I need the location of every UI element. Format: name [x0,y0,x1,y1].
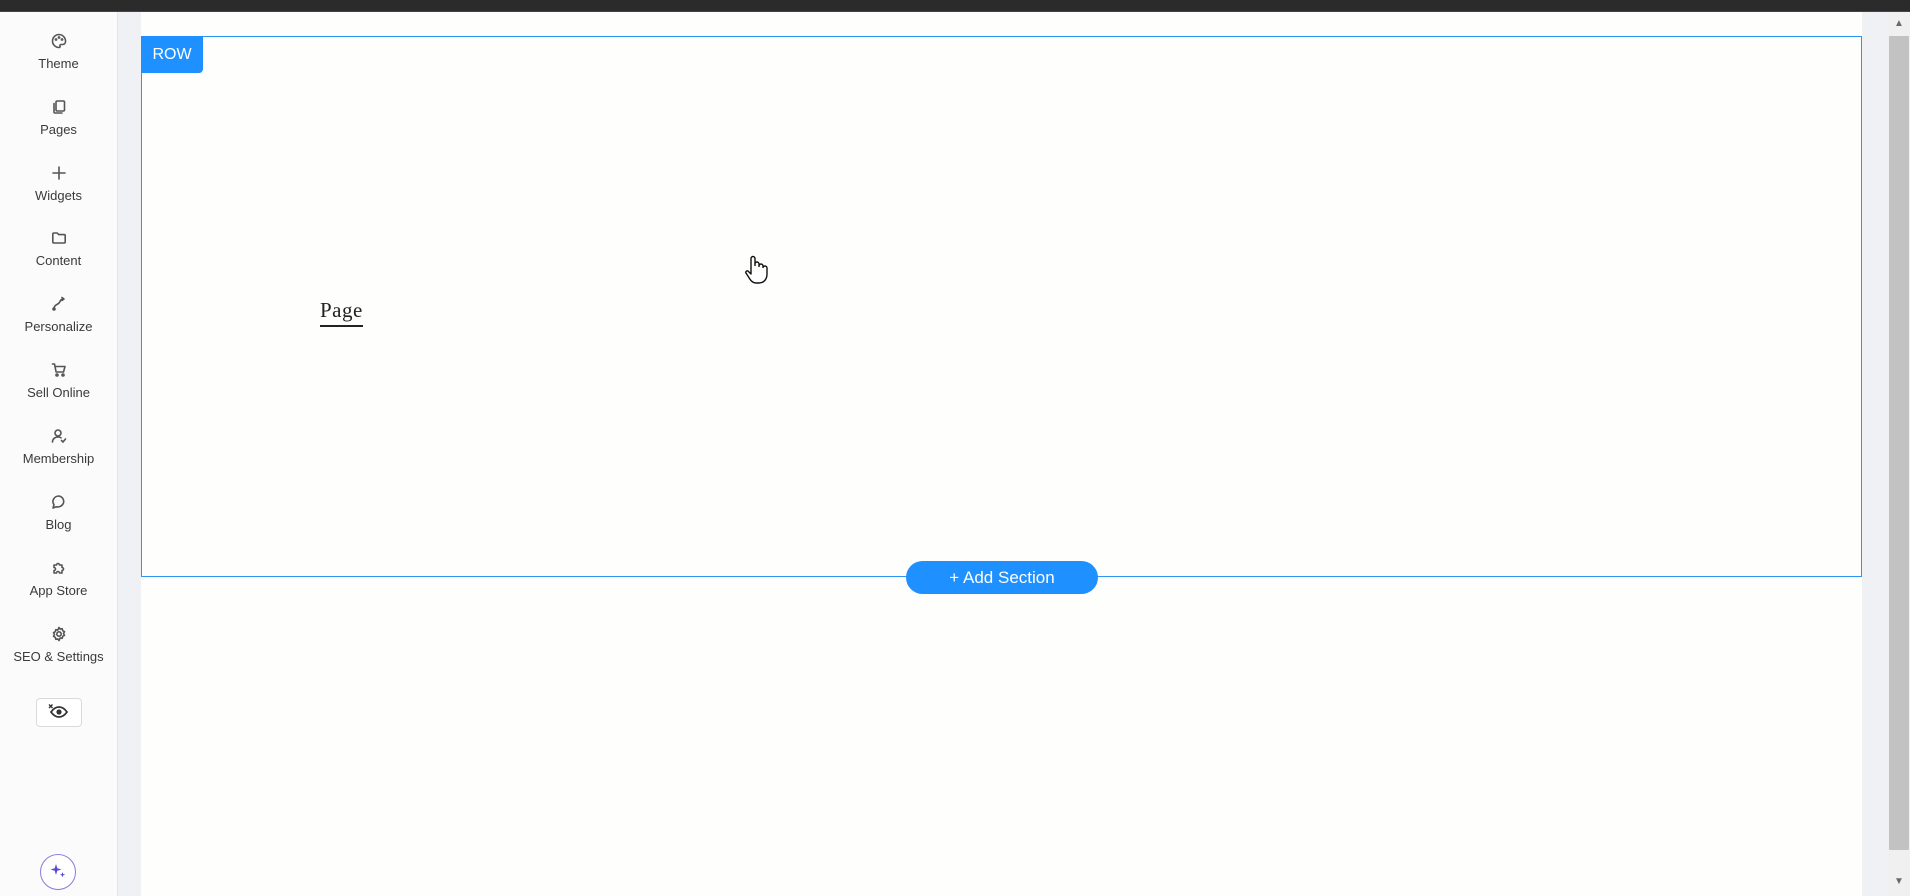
puzzle-icon [50,559,68,577]
sidebar-item-sell-online[interactable]: Sell Online [0,351,117,413]
personalize-icon [50,295,68,313]
scroll-up-arrow-icon[interactable]: ▲ [1892,16,1906,30]
ai-assistant-button[interactable] [40,854,76,890]
scrollbar-thumb[interactable] [1889,36,1909,850]
sidebar-item-label: Personalize [24,319,93,334]
sidebar-item-label: Widgets [35,188,82,203]
browser-top-strip [0,0,1910,12]
sidebar-item-app-store[interactable]: App Store [0,549,117,611]
row-tag[interactable]: ROW [141,36,203,73]
sidebar-item-label: Content [35,253,82,268]
page-link-text[interactable]: Page [320,298,363,327]
sidebar-item-blog[interactable]: Blog [0,483,117,545]
sidebar-item-membership[interactable]: Membership [0,417,117,479]
scroll-down-arrow-icon[interactable]: ▼ [1892,874,1906,888]
palette-icon [50,32,68,50]
sidebar-item-label: Blog [45,517,72,532]
sidebar-item-personalize[interactable]: Personalize [0,285,117,347]
eye-hide-icon [47,703,71,722]
plus-icon [50,164,68,182]
pages-icon [50,98,68,116]
sparkle-icon [49,862,67,883]
sidebar-item-widgets[interactable]: Widgets [0,154,117,216]
selected-row-outline[interactable] [141,36,1862,577]
sidebar-item-label: Pages [40,122,77,137]
sidebar-item-theme[interactable]: Theme [0,22,117,84]
cart-icon [50,361,68,379]
sidebar-item-label: Sell Online [27,385,90,400]
preview-toggle-button[interactable] [36,698,82,727]
sidebar-item-seo-settings[interactable]: SEO & Settings [0,615,117,677]
sidebar-item-label: Theme [38,56,79,71]
chat-bubble-icon [50,493,68,511]
sidebar-item-content[interactable]: Content [0,219,117,281]
sidebar-item-label: Membership [22,451,95,466]
hand-cursor-icon [745,255,768,284]
editor-sidebar: Theme Pages Widgets Content Personalize … [0,12,118,896]
add-section-button[interactable]: + Add Section [906,561,1098,594]
sidebar-item-label: App Store [29,583,88,598]
folder-icon [50,229,68,247]
sidebar-item-label: SEO & Settings [13,649,104,664]
sidebar-item-pages[interactable]: Pages [0,88,117,150]
user-check-icon [50,427,68,445]
gear-icon [50,625,68,643]
